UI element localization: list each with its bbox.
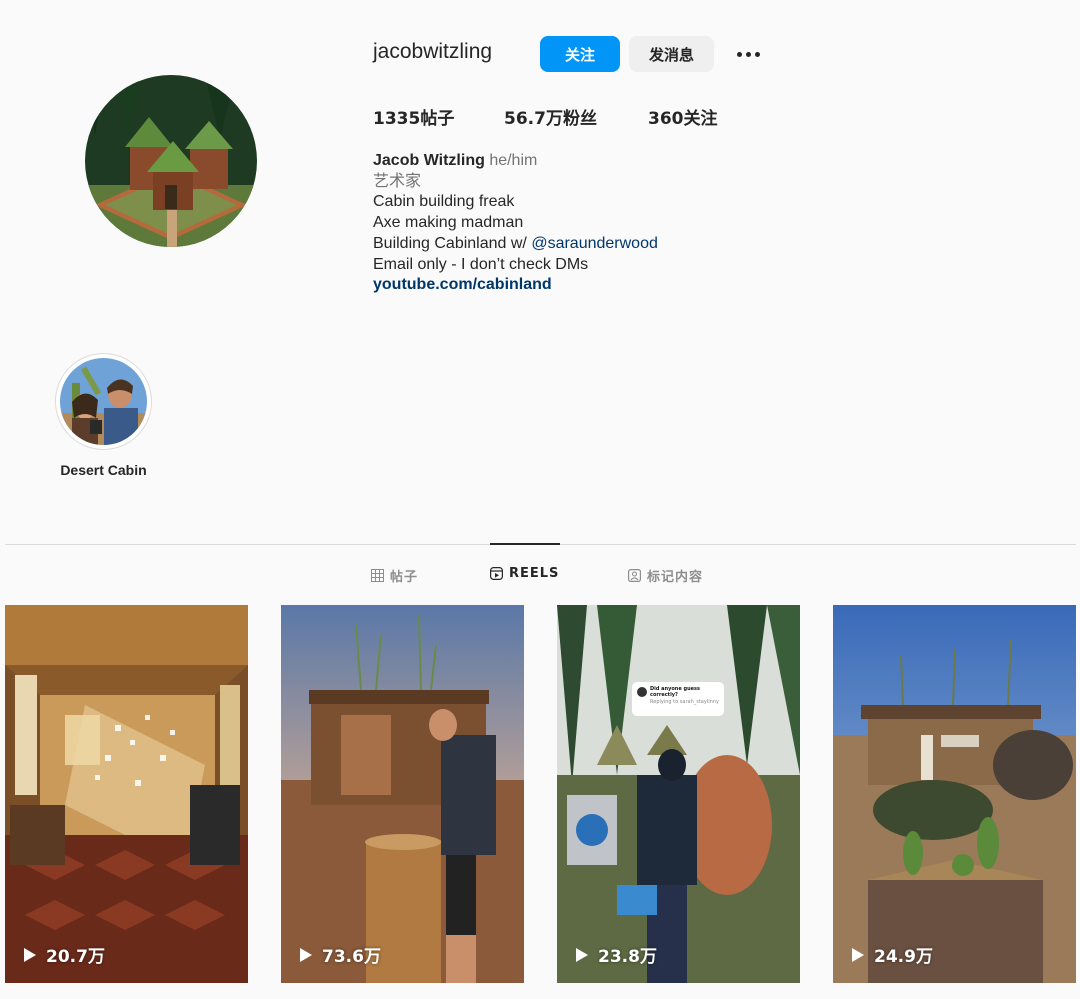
play-icon	[24, 947, 36, 962]
tab-posts[interactable]: 帖子	[371, 566, 418, 585]
avatar	[637, 687, 647, 697]
highlight-cover	[60, 358, 147, 445]
bio-line: Building Cabinland w/ @saraunderwood	[373, 234, 658, 255]
profile-stats: 1335帖子 56.7万粉丝 360关注	[373, 104, 718, 129]
message-button[interactable]: 发消息	[629, 36, 714, 72]
play-icon	[300, 947, 312, 962]
tab-reels[interactable]: REELS	[490, 566, 559, 581]
reel-image	[833, 605, 1076, 983]
reel-question-sticker: Did anyone guess correctly? Replying to …	[632, 682, 724, 716]
profile-avatar[interactable]	[85, 75, 257, 247]
pronouns: he/him	[489, 152, 538, 169]
story-highlight[interactable]	[55, 353, 152, 450]
posts-count: 1335帖子	[373, 109, 455, 129]
reel-views: 23.8万	[576, 942, 657, 967]
sticker-question: Did anyone guess correctly?	[650, 686, 700, 698]
category: 艺术家	[373, 172, 422, 190]
highlight-label: Desert Cabin	[60, 462, 147, 478]
reel-image	[557, 605, 800, 983]
followers-count[interactable]: 56.7万粉丝	[504, 104, 648, 129]
bio-text: Building Cabinland w/	[373, 234, 532, 252]
play-icon	[576, 947, 588, 962]
views-count: 73.6万	[322, 947, 381, 967]
external-link[interactable]: youtube.com/cabinland	[373, 275, 658, 296]
profile-bio: Jacob Witzling he/him 艺术家 Cabin building…	[373, 151, 658, 296]
reel-thumbnail[interactable]: 20.7万	[5, 605, 248, 983]
reel-views: 24.9万	[852, 942, 933, 967]
reel-thumbnail[interactable]: 73.6万	[281, 605, 524, 983]
active-tab-indicator	[490, 543, 560, 545]
sticker-reply: Replying to sarah_staylinny	[650, 699, 719, 705]
full-name: Jacob Witzling	[373, 152, 485, 169]
tab-tagged[interactable]: 标记内容	[628, 566, 703, 585]
bio-line: Axe making madman	[373, 214, 524, 232]
views-count: 23.8万	[598, 947, 657, 967]
reel-image	[281, 605, 524, 983]
views-count: 20.7万	[46, 947, 105, 967]
more-horizontal-icon[interactable]	[733, 44, 763, 64]
grid-icon	[371, 569, 384, 582]
views-count: 24.9万	[874, 947, 933, 967]
reel-image	[5, 605, 248, 983]
follow-button[interactable]: 关注	[540, 36, 620, 72]
reels-icon	[490, 567, 503, 580]
profile-username: jacobwitzling	[373, 40, 493, 63]
reel-thumbnail[interactable]: Did anyone guess correctly? Replying to …	[557, 605, 800, 983]
tagged-icon	[628, 569, 641, 582]
reel-thumbnail[interactable]: 24.9万	[833, 605, 1076, 983]
reel-views: 73.6万	[300, 942, 381, 967]
tab-label: 帖子	[390, 570, 419, 585]
bio-line: Cabin building freak	[373, 193, 515, 211]
bio-line: Email only - I don’t check DMs	[373, 255, 589, 273]
reel-views: 20.7万	[24, 942, 105, 967]
mention-link[interactable]: @saraunderwood	[531, 235, 658, 252]
play-icon	[852, 947, 864, 962]
tab-label: 标记内容	[647, 570, 704, 585]
tab-label: REELS	[509, 566, 560, 581]
following-count[interactable]: 360关注	[648, 104, 718, 129]
